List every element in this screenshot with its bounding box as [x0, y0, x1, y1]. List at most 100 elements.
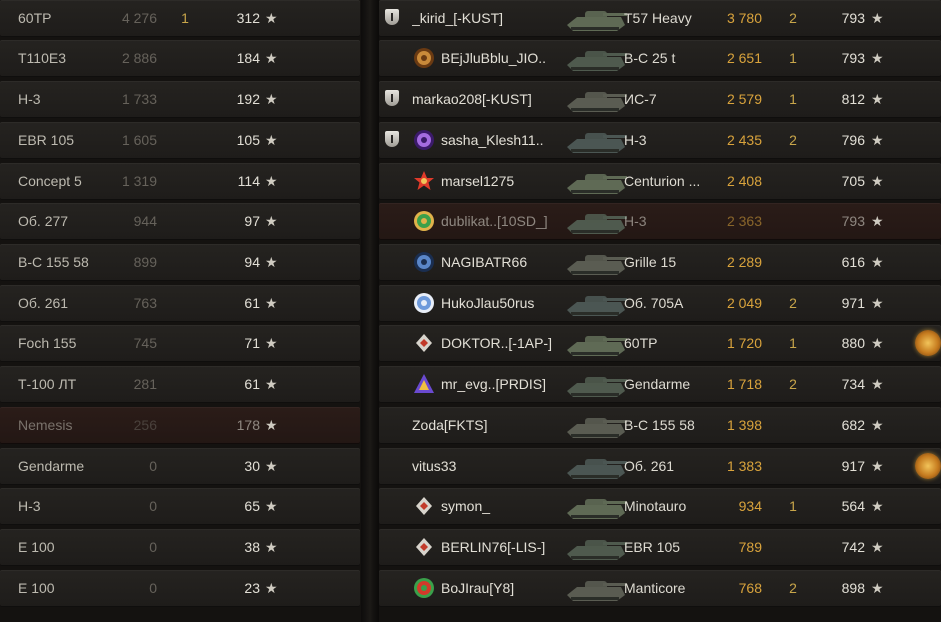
kills-value	[784, 244, 802, 281]
damage-value: 0	[149, 458, 157, 474]
left-player-row: Foch 155 745 71 ★	[0, 325, 360, 362]
tank-name: Concept 5	[18, 173, 82, 189]
panel-divider	[361, 0, 379, 622]
star-icon: ★	[871, 417, 884, 433]
right-player-row: dublikat..[10SD_] Н-3 2 363 793 ★	[379, 203, 941, 240]
star-icon: ★	[265, 335, 278, 351]
score-value: 97	[244, 213, 260, 229]
star-icon: ★	[265, 539, 278, 555]
score-value: 114	[237, 173, 260, 189]
tank-name: Nemesis	[18, 417, 73, 433]
score-value: 312	[236, 10, 260, 26]
tank-icon	[565, 573, 627, 604]
clan-shield-icon	[385, 90, 403, 108]
tank-name: Gendarme	[18, 458, 85, 474]
medal-icon	[915, 330, 941, 356]
kills-value	[784, 203, 802, 240]
tank-icon	[565, 247, 627, 278]
right-player-row: markao208[-KUST] ИС-7 2 579 1 812 ★	[379, 81, 941, 118]
tank-name: Об. 277	[18, 213, 69, 229]
diamond-rank-icon	[411, 493, 437, 519]
star-icon: ★	[871, 498, 884, 514]
score-value: 880	[841, 335, 865, 351]
score-value: 65	[244, 498, 260, 514]
diamond-rank-icon	[411, 330, 437, 356]
kills-value: 1	[789, 335, 797, 351]
right-player-row: mr_evg..[PRDIS] Gendarme 1 718 2 734 ★	[379, 366, 941, 403]
tank-icon	[565, 328, 627, 359]
damage-value: 0	[149, 498, 157, 514]
damage-value: 1 319	[121, 173, 157, 189]
tank-icon	[565, 532, 627, 563]
player-name: _kirid_[-KUST]	[412, 10, 504, 26]
star-icon: ★	[265, 91, 278, 107]
tank-icon	[565, 125, 627, 156]
right-player-row: HukoJlau50rus Об. 705А 2 049 2 971 ★	[379, 285, 941, 322]
tank-icon	[565, 288, 627, 319]
blue-round-rank-icon	[411, 290, 437, 316]
tank-name: В-С 155 58	[18, 254, 89, 270]
player-name: NAGIBATR66	[441, 254, 528, 270]
damage-value: 2 408	[726, 173, 762, 189]
player-name: mr_evg..[PRDIS]	[441, 376, 547, 392]
star-icon: ★	[871, 10, 884, 26]
star-icon: ★	[871, 376, 884, 392]
damage-value: 2 886	[121, 50, 157, 66]
star-icon: ★	[265, 417, 278, 433]
kills-value	[175, 448, 195, 485]
left-player-row: E 100 0 38 ★	[0, 529, 360, 566]
diamond-rank-icon	[411, 534, 437, 560]
star-icon: ★	[265, 132, 278, 148]
tank-icon	[565, 369, 627, 400]
score-value: 705	[841, 173, 865, 189]
damage-value: 944	[133, 213, 157, 229]
green-red-rank-icon	[411, 575, 437, 601]
tank-name: Н-3	[18, 498, 41, 514]
right-player-row: vitus33 Об. 261 1 383 917 ★	[379, 448, 941, 485]
tank-icon	[565, 451, 627, 482]
star-icon: ★	[265, 580, 278, 596]
score-value: 564	[841, 498, 865, 514]
score-value: 742	[841, 539, 865, 555]
kills-value	[175, 163, 195, 200]
score-value: 192	[236, 91, 260, 107]
right-player-row: BERLIN76[-LIS-] EBR 105 789 742 ★	[379, 529, 941, 566]
left-player-row: Об. 277 944 97 ★	[0, 203, 360, 240]
left-player-row: 60TP 4 276 1 312 ★	[0, 0, 360, 37]
right-player-row: Zoda[FKTS] В-С 155 58 1 398 682 ★	[379, 407, 941, 444]
green-rank-icon	[411, 208, 437, 234]
blue-rank-icon	[411, 249, 437, 275]
tank-name: Foch 155	[18, 335, 77, 351]
star-icon: ★	[265, 254, 278, 270]
kills-value: 2	[789, 580, 797, 596]
red-star-rank-icon	[411, 168, 437, 194]
score-value: 178	[236, 417, 260, 433]
kills-value: 1	[789, 91, 797, 107]
tank-name: E 100	[18, 580, 55, 596]
right-player-row: BEjJluBblu_JIO.. В-С 25 t2 651 1 793 ★	[379, 40, 941, 77]
right-player-row: BoJIrau[Y8] Manticore 768 2 898 ★	[379, 570, 941, 607]
left-team-panel: 60TP 4 276 1 312 ★ T110E3 2 886 184 ★ Н-3 1 733 192…	[0, 0, 361, 622]
kills-value: 2	[789, 132, 797, 148]
damage-value: 2 049	[726, 295, 762, 311]
damage-value: 934	[738, 498, 762, 514]
kills-value	[175, 366, 195, 403]
tank-name: T110E3	[18, 50, 66, 66]
star-icon: ★	[871, 580, 884, 596]
score-value: 38	[244, 539, 260, 555]
tank-icon	[565, 166, 627, 197]
damage-value: 1 718	[726, 376, 762, 392]
right-player-row: NAGIBATR66 Grille 15 2 289 616 ★	[379, 244, 941, 281]
damage-value: 0	[149, 580, 157, 596]
left-player-row: Gendarme 0 30 ★	[0, 448, 360, 485]
player-name: sasha_Klesh11..	[441, 132, 544, 148]
damage-value: 1 383	[726, 458, 762, 474]
score-value: 61	[244, 295, 260, 311]
kills-value	[175, 407, 195, 444]
star-icon: ★	[871, 335, 884, 351]
tank-icon	[565, 206, 627, 237]
damage-value: 3 780	[726, 10, 762, 26]
star-icon: ★	[871, 254, 884, 270]
damage-value: 789	[738, 539, 762, 555]
damage-value: 2 289	[726, 254, 762, 270]
